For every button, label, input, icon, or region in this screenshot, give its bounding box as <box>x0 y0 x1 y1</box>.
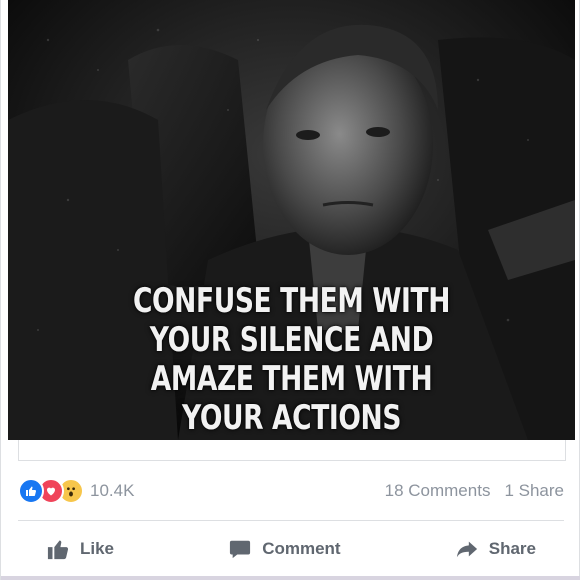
like-label: Like <box>80 539 115 558</box>
image-caption-strip <box>18 440 566 461</box>
post-action-bar: Like Comment Share <box>18 530 564 568</box>
quote-line: AMAZE THEM WITH <box>150 359 433 399</box>
comment-button[interactable]: Comment <box>200 538 368 560</box>
share-button[interactable]: Share <box>427 538 564 560</box>
quote-line: CONFUSE THEM WITH <box>132 281 451 321</box>
comments-count-link[interactable]: 18 Comments <box>385 481 491 501</box>
shares-count-link[interactable]: 1 Share <box>504 481 564 501</box>
reactions-summary[interactable]: 10.4K <box>18 478 134 504</box>
like-button[interactable]: Like <box>18 538 142 560</box>
post-stats: 10.4K 18 Comments 1 Share <box>18 476 564 506</box>
feed-separator <box>1 576 580 580</box>
share-arrow-icon <box>455 538 479 560</box>
quote-line: YOUR SILENCE AND <box>149 320 434 360</box>
reaction-count: 10.4K <box>90 481 135 500</box>
comment-bubble-icon <box>228 538 252 560</box>
quote-line: YOUR ACTIONS <box>181 398 402 438</box>
like-reaction-icon <box>18 478 44 504</box>
share-label: Share <box>488 539 536 558</box>
thumbs-up-icon <box>46 538 70 560</box>
comment-label: Comment <box>262 539 341 558</box>
divider <box>18 520 564 521</box>
feed-post: CONFUSE THEM WITH YOUR SILENCE AND AMAZE… <box>0 0 580 580</box>
image-quote-text: CONFUSE THEM WITH YOUR SILENCE AND AMAZE… <box>70 282 512 438</box>
post-image[interactable]: CONFUSE THEM WITH YOUR SILENCE AND AMAZE… <box>8 0 575 440</box>
